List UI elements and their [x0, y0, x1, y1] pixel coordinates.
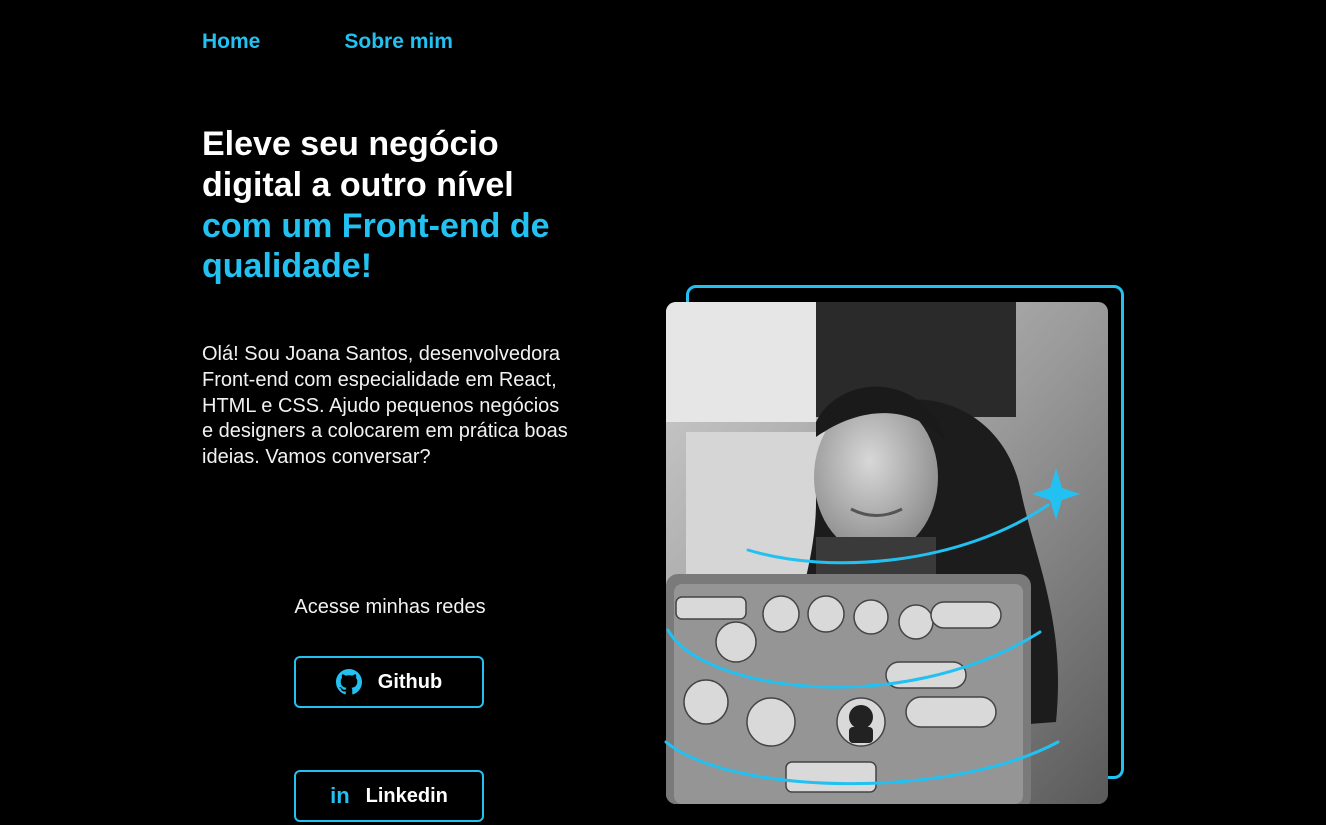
headline-text: Eleve seu negócio digital a outro nível	[202, 125, 514, 204]
hero-photo	[666, 302, 1108, 804]
nav-link-home[interactable]: Home	[202, 30, 260, 54]
decorative-orbit-lines	[664, 468, 1080, 786]
github-button-label: Github	[377, 670, 443, 693]
github-button[interactable]: Github	[294, 656, 484, 708]
social-section-title: Acesse minhas redes	[294, 596, 486, 618]
main-nav: Home Sobre mim	[202, 30, 453, 54]
intro-paragraph: Olá! Sou Joana Santos, desenvolvedora Fr…	[202, 343, 568, 469]
hero-headline: Eleve seu negócio digital a outro nível …	[202, 124, 582, 287]
nav-link-sobre-mim[interactable]: Sobre mim	[344, 30, 453, 54]
linkedin-button-label: Linkedin	[365, 784, 448, 807]
github-icon	[335, 669, 362, 695]
linkedin-icon: in	[330, 783, 350, 808]
linkedin-button[interactable]: in Linkedin	[294, 770, 484, 822]
headline-accent-text: com um Front-end de qualidade!	[202, 206, 550, 286]
